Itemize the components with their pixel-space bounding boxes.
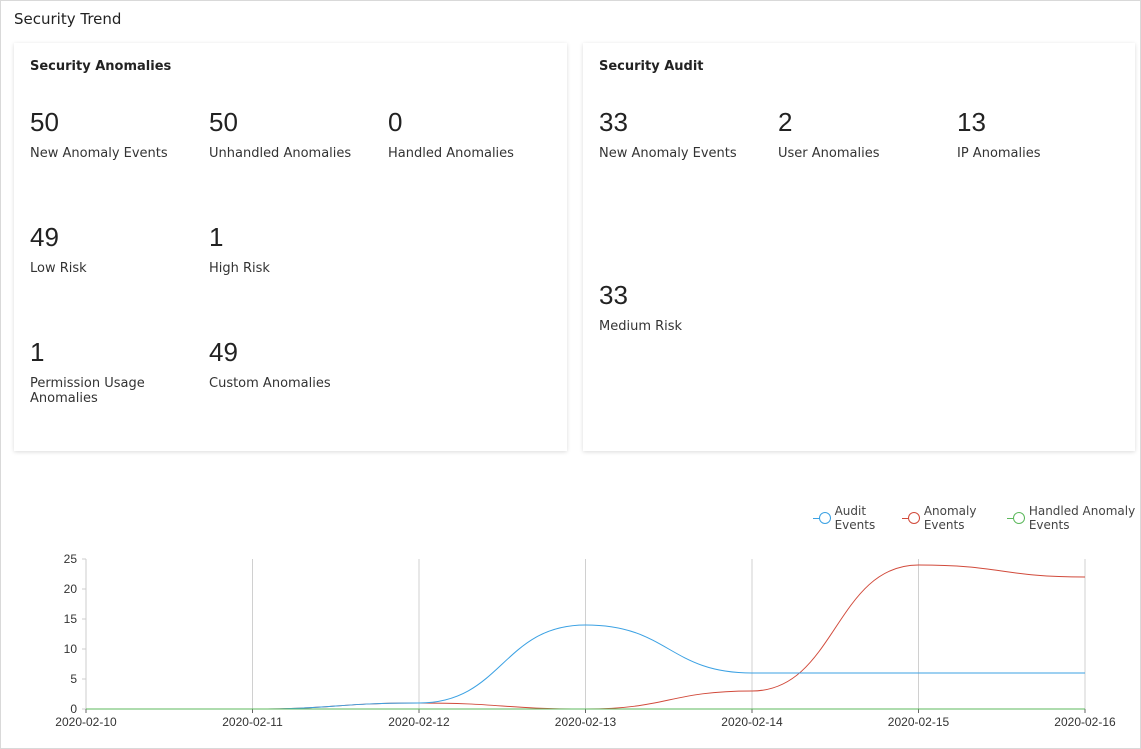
audit-card-title: Security Audit bbox=[599, 59, 704, 74]
trend-line-chart: 0 5 10 15 20 25 2020-02-10 2020-02-11 2020-02-12… bbox=[55, 552, 1116, 729]
metric-permission-usage-anomalies: 1 Permission Usage Anomalies bbox=[30, 337, 200, 406]
metric-label: Custom Anomalies bbox=[209, 376, 331, 391]
metric-label: New Anomaly Events bbox=[30, 146, 168, 161]
anomaly-card-title: Security Anomalies bbox=[30, 59, 172, 74]
panel-frame: Security Trend Security Anomalies 50 New… bbox=[0, 0, 1141, 749]
legend-marker-icon bbox=[902, 511, 921, 525]
x-tick-label: 2020-02-15 bbox=[888, 715, 950, 729]
metric-label: Low Risk bbox=[30, 261, 87, 276]
metric-label: Unhandled Anomalies bbox=[209, 146, 352, 161]
legend-label: Audit Events bbox=[834, 504, 876, 532]
y-tick-label: 15 bbox=[64, 612, 78, 626]
metric-label: IP Anomalies bbox=[957, 146, 1041, 161]
legend-dot bbox=[1013, 512, 1026, 524]
y-tick-label: 25 bbox=[64, 552, 78, 566]
metric-label: User Anomalies bbox=[778, 146, 880, 161]
x-tick-label: 2020-02-11 bbox=[222, 715, 283, 729]
x-tick-label: 2020-02-12 bbox=[388, 715, 450, 729]
metric-value: 1 bbox=[209, 222, 224, 252]
metric-value: 13 bbox=[957, 107, 986, 137]
metric-ip-anomalies: 13 IP Anomalies bbox=[957, 107, 1127, 161]
metric-value: 49 bbox=[209, 337, 238, 367]
metric-high-risk: 1 High Risk bbox=[209, 222, 379, 276]
metric-label: Permission Usage Anomalies bbox=[30, 376, 145, 406]
legend-label: Anomaly Events bbox=[923, 504, 977, 532]
metric-value: 49 bbox=[30, 222, 59, 252]
x-tick-label: 2020-02-10 bbox=[55, 715, 117, 729]
metric-custom-anomalies: 49 Custom Anomalies bbox=[209, 337, 379, 391]
metric-value: 1 bbox=[30, 337, 45, 367]
page-title: Security Trend bbox=[14, 10, 122, 28]
legend-dot bbox=[819, 512, 831, 524]
x-tick-label: 2020-02-14 bbox=[721, 715, 783, 729]
x-tick-label: 2020-02-16 bbox=[1054, 715, 1116, 729]
chart-legend: Audit Events Anomaly Events Handled Anom… bbox=[813, 504, 1140, 532]
metric-value: 33 bbox=[599, 107, 628, 137]
legend-dot bbox=[908, 512, 921, 524]
metric-label: Medium Risk bbox=[599, 319, 683, 334]
y-tick-label: 0 bbox=[70, 702, 77, 716]
y-tick-label: 5 bbox=[70, 672, 77, 686]
legend-label: Handled Anomaly Events bbox=[1028, 504, 1136, 532]
metric-unhandled-anomalies: 50 Unhandled Anomalies bbox=[209, 107, 379, 161]
metric-handled-anomalies: 0 Handled Anomalies bbox=[388, 107, 558, 161]
metric-value: 2 bbox=[778, 107, 793, 137]
metric-label: Handled Anomalies bbox=[388, 146, 514, 161]
anomaly-card: Security Anomalies 50 New Anomaly Events… bbox=[14, 43, 567, 451]
legend-marker-icon bbox=[1007, 511, 1026, 525]
metric-low-risk: 49 Low Risk bbox=[30, 222, 200, 276]
legend-marker-icon bbox=[813, 511, 831, 525]
legend-item-anomaly-events[interactable]: Anomaly Events bbox=[902, 504, 995, 532]
metric-value: 33 bbox=[599, 280, 628, 310]
metric-user-anomalies: 2 User Anomalies bbox=[778, 107, 948, 161]
y-tick-label: 10 bbox=[64, 642, 78, 656]
metric-value: 50 bbox=[30, 107, 59, 137]
legend-item-audit-events[interactable]: Audit Events bbox=[813, 504, 890, 532]
metric-medium-risk: 33 Medium Risk bbox=[599, 280, 769, 334]
metric-label: New Anomaly Events bbox=[599, 146, 737, 161]
x-tick-label: 2020-02-13 bbox=[555, 715, 617, 729]
metric-audit-new-anomaly-events: 33 New Anomaly Events bbox=[599, 107, 769, 161]
metric-new-anomaly-events: 50 New Anomaly Events bbox=[30, 107, 200, 161]
metric-value: 0 bbox=[388, 107, 403, 137]
y-tick-label: 20 bbox=[64, 582, 78, 596]
metric-label: High Risk bbox=[209, 261, 270, 276]
legend-item-handled-anomaly-events[interactable]: Handled Anomaly Events bbox=[1007, 504, 1140, 532]
metric-value: 50 bbox=[209, 107, 238, 137]
audit-card: Security Audit 33 New Anomaly Events 2 U… bbox=[583, 43, 1135, 451]
